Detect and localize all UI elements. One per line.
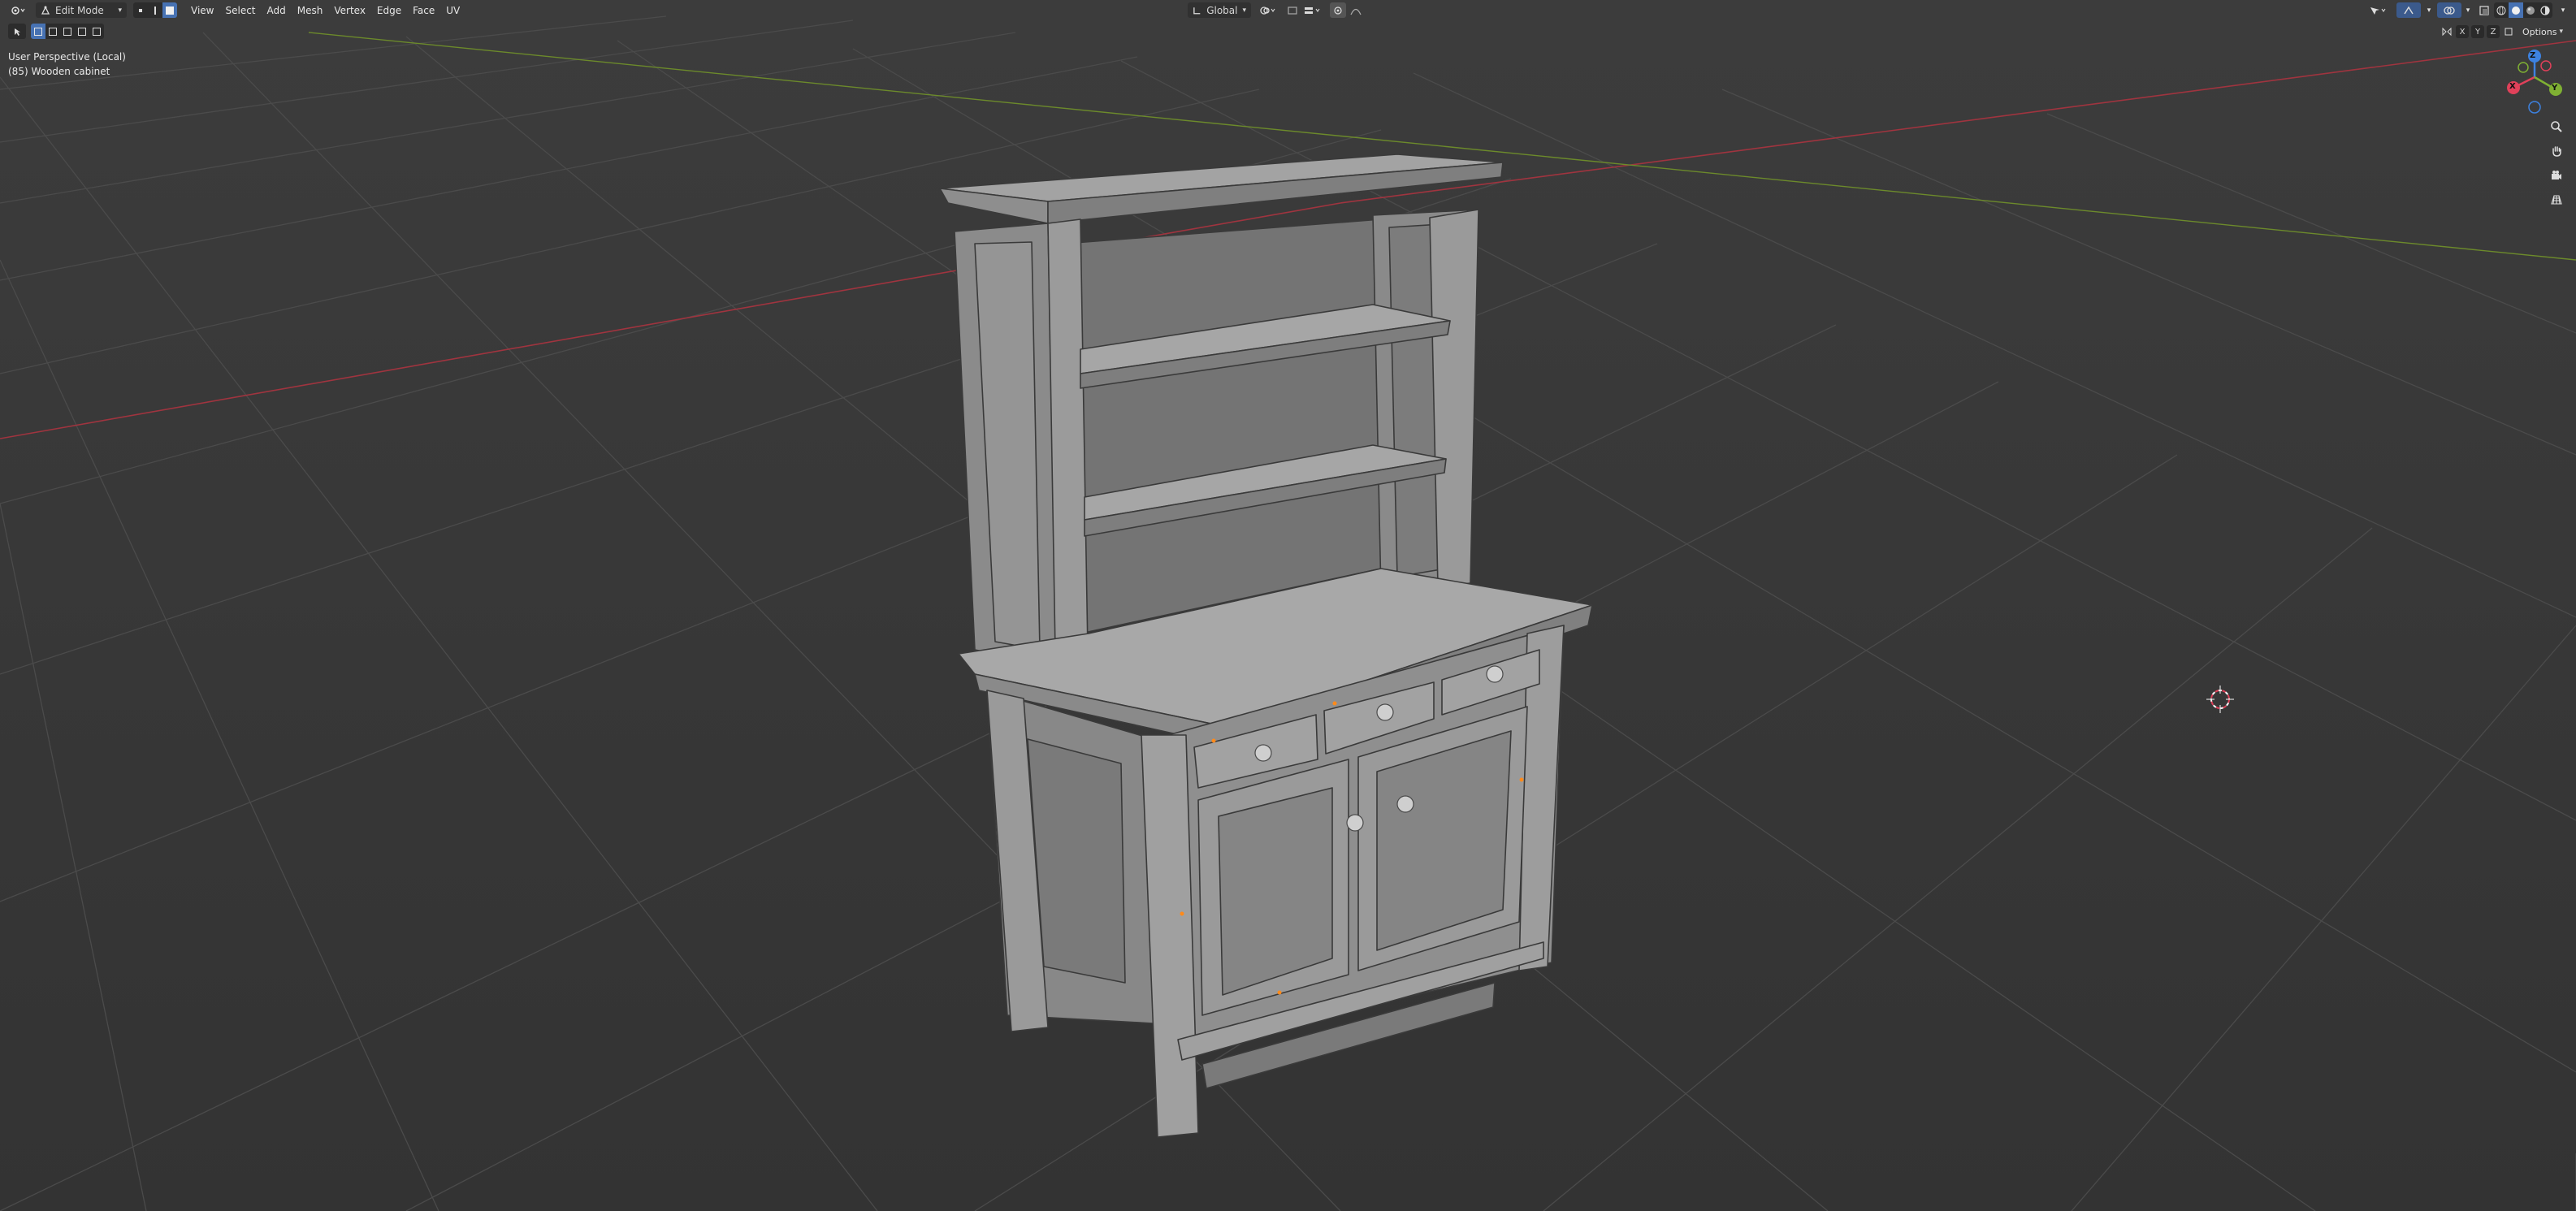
edge-select-button[interactable]	[148, 2, 162, 18]
editor-type-button[interactable]	[6, 2, 31, 18]
vertex-select-button[interactable]	[133, 2, 148, 18]
menu-uv[interactable]: UV	[440, 2, 465, 18]
menu-vertex[interactable]: Vertex	[328, 2, 371, 18]
chevron-down-icon: ▾	[2559, 28, 2563, 36]
rendered-sphere-icon	[2540, 5, 2550, 15]
menu-face[interactable]: Face	[407, 2, 440, 18]
snap-target-dropdown[interactable]	[1301, 2, 1324, 18]
proportional-edit-toggle[interactable]	[1330, 2, 1346, 18]
xray-toggle[interactable]	[2476, 2, 2492, 18]
active-object-label: (85) Wooden cabinet	[8, 66, 110, 77]
menu-select[interactable]: Select	[219, 2, 261, 18]
solid-sphere-icon	[2512, 6, 2520, 15]
mirror-options: X Y Z Options ▾	[2440, 25, 2563, 38]
tool-options-row	[8, 24, 104, 39]
select-mode-group	[133, 2, 177, 18]
menu-mesh[interactable]: Mesh	[292, 2, 329, 18]
mirror-x-toggle[interactable]: X	[2456, 25, 2469, 38]
cursor-tool-icon	[15, 28, 20, 36]
mode-label: Edit Mode	[55, 4, 104, 16]
invert-select-icon	[78, 27, 86, 36]
gizmo-toggle[interactable]	[2396, 2, 2421, 18]
extend-selection-button[interactable]	[45, 24, 60, 39]
shading-mode-group	[2494, 2, 2552, 18]
snap-toggle[interactable]	[1284, 2, 1301, 18]
grid-ortho-icon	[2551, 195, 2562, 205]
magnifier-icon	[2551, 121, 2562, 132]
vertex-select-icon	[139, 8, 142, 12]
gizmo-x-label[interactable]: X	[2509, 82, 2516, 91]
subtract-select-icon	[63, 27, 71, 36]
camera-view-button[interactable]	[2546, 165, 2567, 186]
chevron-down-icon: ▾	[118, 6, 122, 15]
snap-icon	[1305, 6, 1320, 14]
chevron-down-icon: ▾	[2427, 6, 2431, 15]
visibility-dropdown[interactable]	[2366, 2, 2391, 18]
viewport-header: Edit Mode ▾ View Select Add Mesh Vertex …	[0, 0, 2576, 20]
wireframe-shading-button[interactable]	[2494, 2, 2509, 18]
edge-select-icon	[154, 6, 156, 15]
overlays-toggle[interactable]	[2437, 2, 2461, 18]
pivot-icon	[1260, 6, 1275, 15]
auto-merge-icon[interactable]	[2502, 25, 2515, 38]
rendered-shading-button[interactable]	[2538, 2, 2552, 18]
menu-view[interactable]: View	[185, 2, 219, 18]
overlays-dropdown[interactable]: ▾	[2461, 2, 2474, 18]
chevron-down-icon: ▾	[1242, 6, 1246, 15]
options-dropdown[interactable]: Options	[2522, 27, 2557, 37]
selectability-icon	[2370, 6, 2386, 15]
face-select-button[interactable]	[162, 2, 177, 18]
solid-shading-button[interactable]	[2509, 2, 2523, 18]
mode-dropdown[interactable]: Edit Mode ▾	[36, 2, 127, 18]
transform-orientation-label: Global	[1206, 4, 1238, 16]
editor-type-icon	[11, 6, 25, 15]
orientation-icon	[1193, 6, 1201, 14]
pivot-point-dropdown[interactable]	[1254, 2, 1282, 18]
falloff-curve-icon	[1350, 8, 1362, 15]
intersect-select-icon	[93, 27, 101, 36]
pan-button[interactable]	[2546, 141, 2567, 162]
subtract-selection-button[interactable]	[60, 24, 75, 39]
mirror-z-toggle[interactable]: Z	[2487, 25, 2500, 38]
mirror-icon	[2440, 25, 2453, 38]
perspective-label: User Perspective (Local)	[8, 51, 126, 63]
material-sphere-icon	[2526, 6, 2535, 15]
ortho-toggle-button[interactable]	[2546, 189, 2567, 210]
gizmo-icon	[2404, 6, 2414, 14]
hand-icon	[2552, 146, 2561, 157]
transform-orientation-dropdown[interactable]: Global ▾	[1188, 2, 1251, 18]
invert-selection-button[interactable]	[75, 24, 89, 39]
gizmo-dropdown[interactable]: ▾	[2422, 2, 2435, 18]
tool-settings-button[interactable]	[8, 24, 26, 39]
wireframe-sphere-icon	[2496, 6, 2506, 15]
set-selection-button[interactable]	[31, 24, 45, 39]
edit-mode-icon	[41, 6, 50, 15]
menu-edge[interactable]: Edge	[371, 2, 407, 18]
mirror-y-toggle[interactable]: Y	[2471, 25, 2484, 38]
chevron-down-icon: ▾	[2466, 6, 2470, 15]
viewport-info: User Perspective (Local) (85) Wooden cab…	[8, 50, 126, 79]
set-select-icon	[34, 27, 42, 36]
extend-select-icon	[49, 27, 57, 36]
chevron-down-icon: ▾	[2561, 6, 2565, 15]
selection-mode-group	[31, 24, 104, 39]
falloff-dropdown[interactable]	[1348, 2, 1364, 18]
3d-viewport[interactable]: Z X Y	[0, 0, 2576, 1211]
face-select-icon	[166, 6, 174, 15]
overlays-icon	[2444, 6, 2455, 15]
proportional-edit-icon	[1334, 6, 1342, 15]
shading-dropdown[interactable]: ▾	[2557, 2, 2570, 18]
viewport-scene	[0, 0, 2576, 1211]
magnet-icon	[1288, 6, 1297, 15]
zoom-button[interactable]	[2546, 116, 2567, 137]
material-shading-button[interactable]	[2523, 2, 2538, 18]
xray-icon	[2479, 5, 2489, 15]
intersect-selection-button[interactable]	[89, 24, 104, 39]
gizmo-z-label[interactable]: Z	[2530, 51, 2535, 60]
gizmo-y-label[interactable]: Y	[2552, 84, 2557, 93]
camera-icon	[2552, 171, 2561, 179]
menu-add[interactable]: Add	[262, 2, 292, 18]
